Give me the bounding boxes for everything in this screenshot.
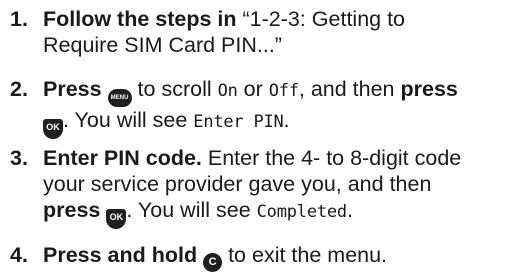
- menu-key-icon: MENU: [107, 89, 132, 107]
- step-text: .: [346, 198, 353, 222]
- display-text-enter-pin: Enter PIN: [193, 112, 284, 132]
- step-text: . You will see: [126, 198, 257, 222]
- step-line: Require SIM Card PIN...”: [43, 32, 527, 58]
- step-text: to scroll: [131, 77, 218, 101]
- step-text: Enter the 4- to 8-digit code: [201, 146, 462, 170]
- step-number: 4.: [10, 243, 28, 267]
- display-text-completed: Completed: [256, 202, 348, 222]
- step-text: or: [237, 77, 269, 101]
- step-body: Press and hold C to exit the menu.: [43, 242, 527, 272]
- step-body: Press MENU to scroll On or Off, and then…: [43, 76, 527, 139]
- step-bold-text: Enter PIN code.: [43, 146, 202, 170]
- step-text: , and then: [298, 77, 401, 101]
- step-bold-text: Press and hold: [43, 243, 198, 267]
- step-text: your service provider gave you, and then: [43, 172, 432, 196]
- step-bold-text: press: [43, 198, 101, 222]
- display-text-on: On: [217, 81, 238, 101]
- step-line: press OK. You will see Completed.: [43, 197, 527, 229]
- display-text-off: Off: [268, 81, 299, 101]
- ok-key-icon: OK: [43, 119, 63, 139]
- clear-key-icon: C: [203, 253, 223, 272]
- step-body: Enter PIN code. Enter the 4- to 8-digit …: [43, 145, 527, 229]
- step-number: 3.: [10, 146, 28, 170]
- step-body: Follow the steps in “1-2-3: Getting to R…: [43, 6, 527, 58]
- step-line: Press and hold C to exit the menu.: [43, 242, 527, 272]
- step-number: 1.: [10, 7, 28, 31]
- step-line: OK. You will see Enter PIN.: [43, 107, 527, 139]
- step-line: Follow the steps in “1-2-3: Getting to: [43, 6, 527, 32]
- instruction-page: 1. Follow the steps in “1-2-3: Getting t…: [0, 0, 527, 276]
- step-bold-text: Follow the steps in: [43, 7, 237, 31]
- step-text: “1-2-3: Getting to: [236, 7, 406, 31]
- step-text: . You will see: [63, 108, 194, 132]
- step-line: Enter PIN code. Enter the 4- to 8-digit …: [43, 145, 527, 171]
- step-text: .: [283, 108, 290, 132]
- step-text: to exit the menu.: [222, 243, 388, 267]
- step-line: Press MENU to scroll On or Off, and then…: [43, 76, 527, 107]
- step-number: 2.: [10, 77, 28, 101]
- step-bold-text: Press: [43, 77, 102, 101]
- step-bold-text: press: [400, 77, 458, 101]
- step-line: your service provider gave you, and then: [43, 171, 527, 197]
- ok-key-icon: OK: [106, 209, 127, 229]
- step-text: Require SIM Card PIN...”: [43, 33, 282, 57]
